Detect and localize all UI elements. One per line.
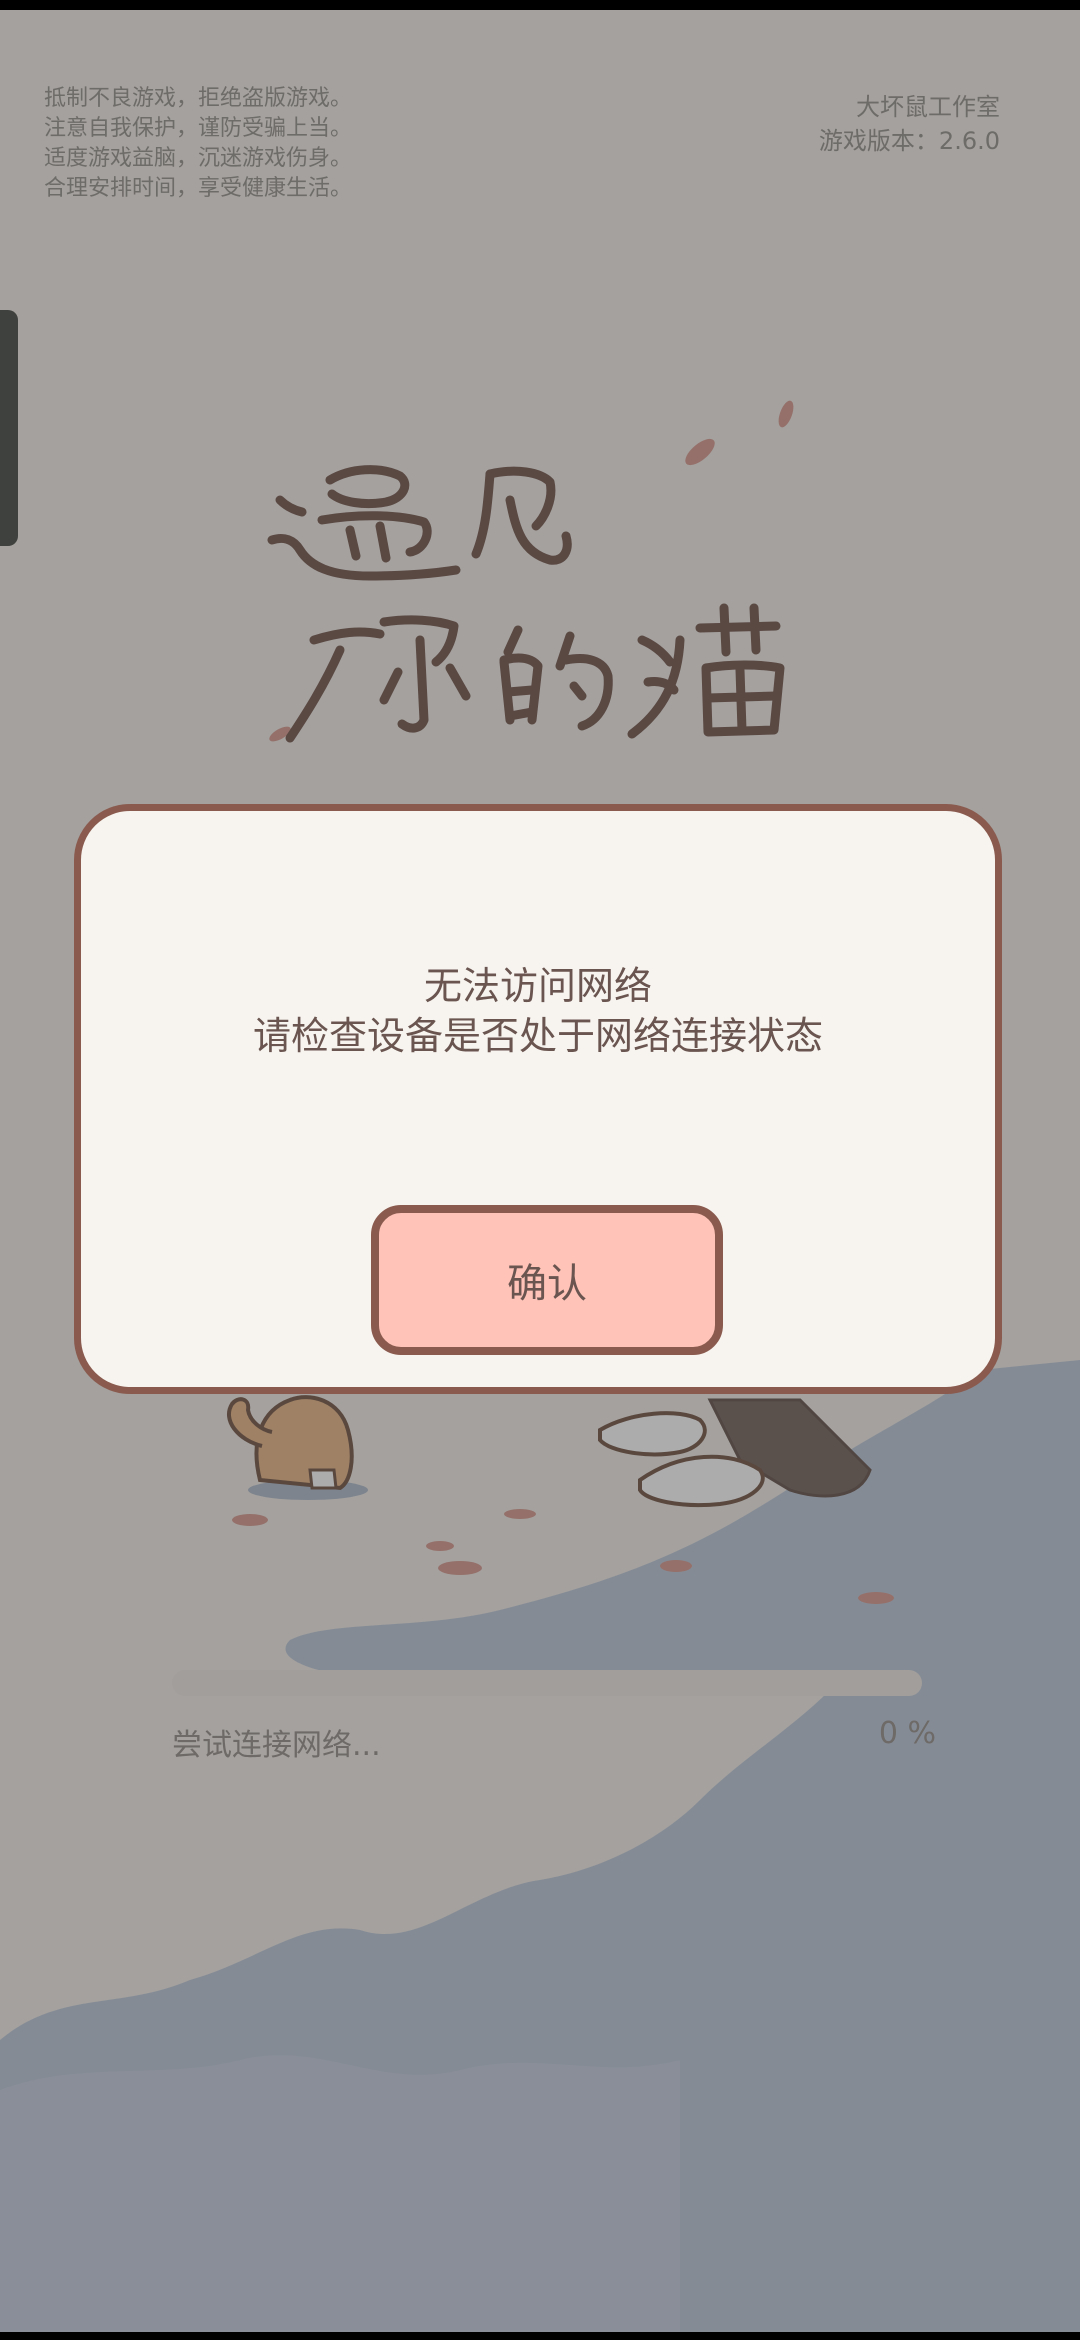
dialog-title: 无法访问网络 bbox=[423, 964, 652, 1008]
status-bar bbox=[0, 0, 1080, 10]
network-error-dialog: 无法访问网络 请检查设备是否处于网络连接状态 确认 bbox=[74, 804, 1002, 1394]
game-screen: 抵制不良游戏，拒绝盗版游戏。 注意自我保护，谨防受骗上当。 适度游戏益脑，沉迷游… bbox=[0, 0, 1080, 2340]
navigation-bar bbox=[0, 2332, 1080, 2340]
confirm-button[interactable]: 确认 bbox=[371, 1205, 723, 1355]
dialog-message: 无法访问网络 请检查设备是否处于网络连接状态 bbox=[121, 961, 955, 1061]
dialog-detail: 请检查设备是否处于网络连接状态 bbox=[252, 1014, 823, 1058]
